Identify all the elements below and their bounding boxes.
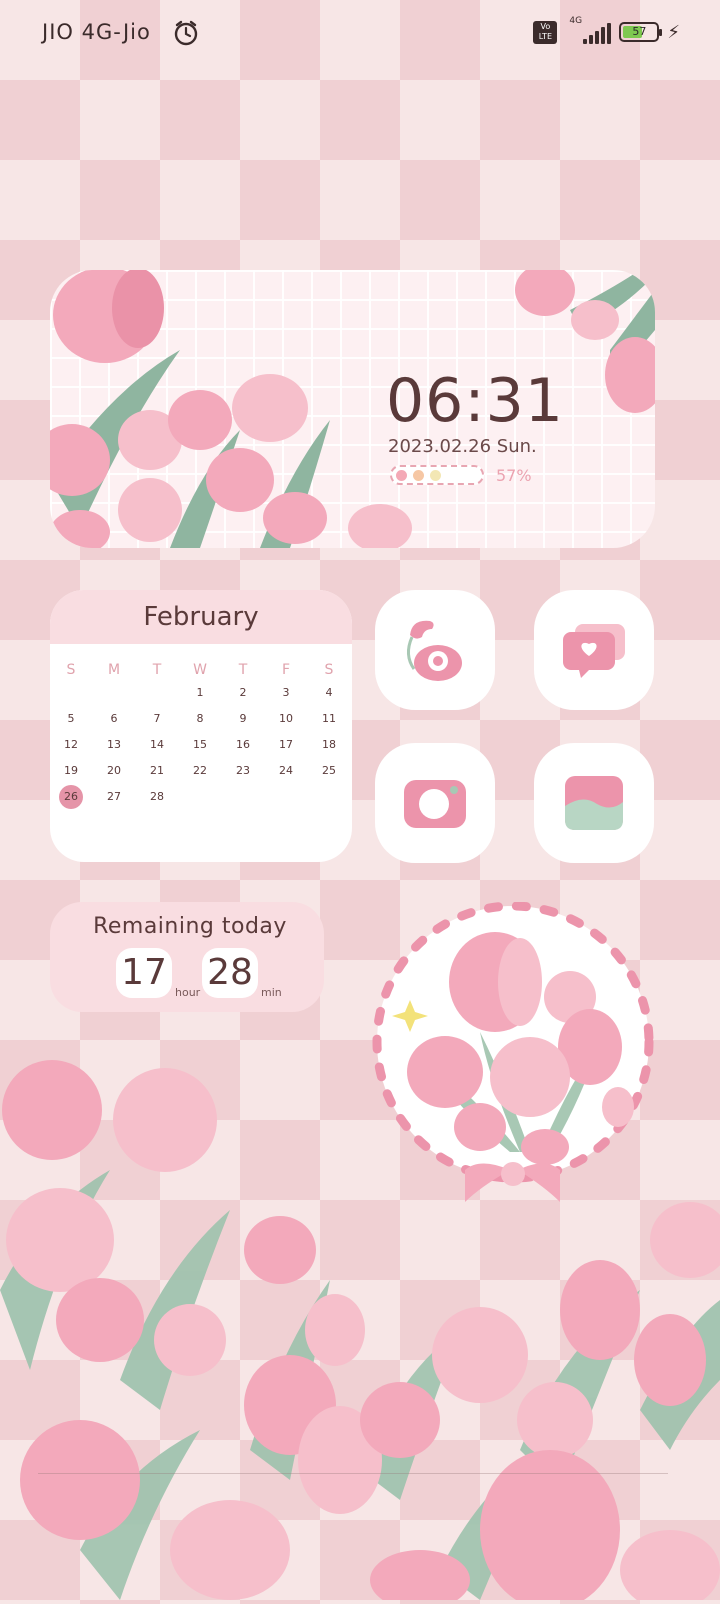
calendar-day: 10 bbox=[279, 712, 293, 725]
remaining-today-widget[interactable]: Remaining today 17 hour 28 min bbox=[50, 902, 324, 1012]
gallery-icon bbox=[565, 776, 623, 830]
message-icon bbox=[563, 624, 625, 678]
calendar-day: 7 bbox=[153, 712, 161, 725]
calendar-day: 22 bbox=[193, 764, 207, 777]
weekday-label: S bbox=[324, 662, 334, 678]
clock-date: 2023.02.26 Sun. bbox=[388, 436, 537, 457]
carrier-label: JIO 4G-Jio bbox=[42, 20, 151, 44]
battery-level: 57 bbox=[632, 25, 647, 38]
calendar-day: 6 bbox=[110, 712, 118, 725]
volte-icon: Vo LTE bbox=[533, 20, 558, 44]
tulip-illustration bbox=[50, 270, 655, 548]
calendar-day: 21 bbox=[150, 764, 164, 777]
calendar-day: 5 bbox=[67, 712, 75, 725]
hour-unit-label: hour bbox=[175, 986, 201, 999]
remaining-minutes: 28 bbox=[202, 948, 258, 998]
battery-dot bbox=[413, 470, 424, 481]
battery-bar bbox=[390, 465, 484, 485]
gesture-bar[interactable] bbox=[38, 1473, 668, 1474]
calendar-day: 1 bbox=[196, 686, 204, 699]
calendar-day: 15 bbox=[193, 738, 207, 751]
calendar-day: 11 bbox=[322, 712, 336, 725]
weekday-label: T bbox=[238, 662, 248, 678]
calendar-day: 16 bbox=[236, 738, 250, 751]
calendar-day: 8 bbox=[196, 712, 204, 725]
phone-icon bbox=[407, 620, 462, 681]
status-bar: JIO 4G-Jio Vo LTE 4G 57 ⚡ bbox=[0, 0, 720, 70]
clock-widget[interactable]: 06:31 2023.02.26 Sun. 57% bbox=[50, 270, 655, 548]
weekday-label: W bbox=[193, 662, 207, 678]
calendar-day: 25 bbox=[322, 764, 336, 777]
calendar-day: 13 bbox=[107, 738, 121, 751]
calendar-widget[interactable]: February S M T W T F S 1 2 3 4 5 6 7 8 9 10 11 12 13… bbox=[50, 590, 352, 862]
calendar-day: 27 bbox=[107, 790, 121, 803]
calendar-day: 28 bbox=[150, 790, 164, 803]
calendar-day: 9 bbox=[239, 712, 247, 725]
calendar-day: 3 bbox=[282, 686, 290, 699]
calendar-month: February bbox=[50, 590, 352, 644]
weekday-label: T bbox=[152, 662, 162, 678]
weekday-label: F bbox=[281, 662, 291, 678]
weekday-label: M bbox=[107, 662, 121, 678]
remaining-hours: 17 bbox=[116, 948, 172, 998]
battery-dot bbox=[430, 470, 441, 481]
calendar-day: 18 bbox=[322, 738, 336, 751]
calendar-day: 14 bbox=[150, 738, 164, 751]
battery-icon: 57 bbox=[619, 22, 663, 42]
tulip-garden-wallpaper bbox=[0, 1050, 720, 1604]
calendar-day: 23 bbox=[236, 764, 250, 777]
camera-app-icon[interactable] bbox=[375, 743, 495, 863]
alarm-clock-icon bbox=[174, 20, 198, 50]
signal-icon: 4G bbox=[565, 16, 612, 44]
calendar-day: 19 bbox=[64, 764, 78, 777]
calendar-day: 2 bbox=[239, 686, 247, 699]
min-unit-label: min bbox=[261, 986, 282, 999]
remaining-title: Remaining today bbox=[93, 914, 287, 939]
message-app-icon[interactable] bbox=[534, 590, 654, 710]
calendar-day: 24 bbox=[279, 764, 293, 777]
phone-app-icon[interactable] bbox=[375, 590, 495, 710]
clock-time: 06:31 bbox=[386, 366, 564, 436]
battery-dot bbox=[396, 470, 407, 481]
camera-icon bbox=[404, 780, 466, 828]
calendar-day: 20 bbox=[107, 764, 121, 777]
calendar-day: 17 bbox=[279, 738, 293, 751]
gallery-app-icon[interactable] bbox=[534, 743, 654, 863]
calendar-day: 26 bbox=[64, 790, 78, 803]
calendar-day: 12 bbox=[64, 738, 78, 751]
lightning-icon: ⚡ bbox=[667, 21, 680, 43]
battery-percent: 57% bbox=[496, 466, 532, 485]
weekday-label: S bbox=[66, 662, 76, 678]
calendar-day: 4 bbox=[325, 686, 333, 699]
